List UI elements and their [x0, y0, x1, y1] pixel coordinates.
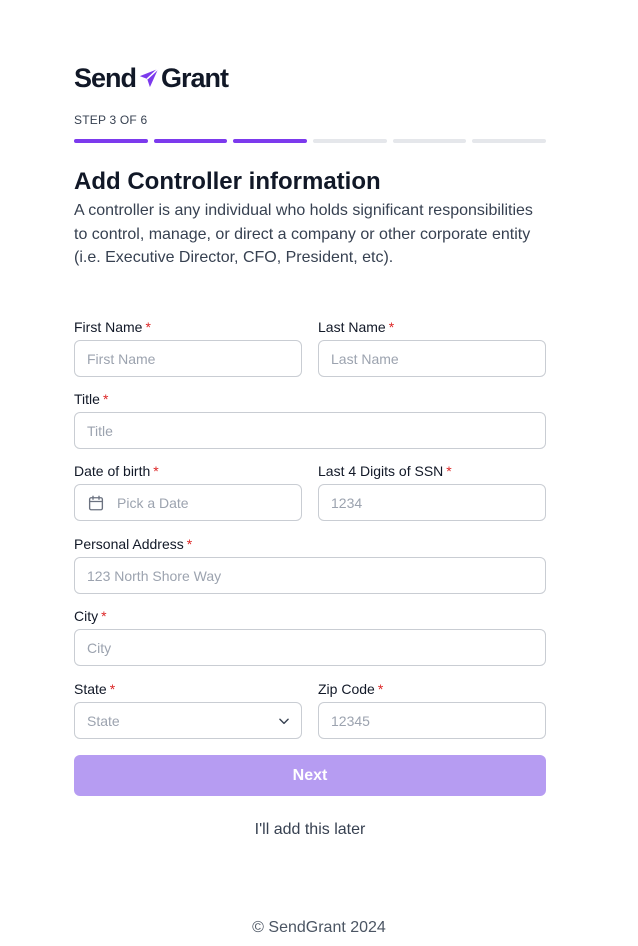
- first-name-placeholder: First Name: [87, 350, 156, 367]
- ssn-group: Last 4 Digits of SSN * 1234: [318, 462, 546, 521]
- chevron-down-icon: [279, 718, 289, 725]
- required-marker: *: [186, 536, 193, 552]
- required-marker: *: [101, 608, 107, 624]
- footer-copyright: © SendGrant 2024: [252, 919, 386, 936]
- last-name-label: Last Name *: [318, 319, 395, 335]
- logo-text-grant: Grant: [161, 62, 229, 93]
- progress-segment-1: [74, 139, 148, 143]
- ssn-placeholder: 1234: [331, 494, 363, 511]
- last-name-group: Last Name * Last Name: [318, 318, 546, 377]
- logo-text-send: Send: [74, 62, 137, 93]
- state-group: State * State: [74, 680, 302, 739]
- ssn-input[interactable]: 1234: [318, 484, 546, 521]
- required-marker: *: [109, 681, 116, 697]
- progress-segment-3: [233, 139, 308, 143]
- zip-input[interactable]: 12345: [318, 702, 546, 739]
- progress-segment-4: [313, 139, 387, 143]
- city-label: City *: [74, 608, 107, 624]
- required-marker: *: [153, 463, 159, 479]
- add-later-link[interactable]: I'll add this later: [74, 821, 546, 839]
- address-placeholder: 123 North Shore Way: [87, 567, 222, 584]
- title-input[interactable]: Title: [74, 412, 546, 449]
- last-name-placeholder: Last Name: [331, 350, 399, 367]
- dob-placeholder: Pick a Date: [117, 494, 189, 511]
- dob-label: Date of birth *: [74, 463, 159, 479]
- required-marker: *: [102, 391, 109, 407]
- title-group: Title * Title: [74, 390, 546, 449]
- zip-label: Zip Code *: [318, 681, 384, 697]
- dob-date-picker[interactable]: Pick a Date: [74, 484, 302, 521]
- zip-group: Zip Code * 12345: [318, 680, 546, 739]
- paper-plane-icon: [139, 68, 159, 88]
- zip-placeholder: 12345: [331, 712, 370, 729]
- city-placeholder: City: [87, 639, 112, 656]
- title-placeholder: Title: [87, 422, 113, 439]
- address-label: Personal Address *: [74, 536, 193, 552]
- page-description: A controller is any individual who holds…: [74, 202, 533, 266]
- title-label: Title *: [74, 391, 109, 407]
- last-name-input[interactable]: Last Name: [318, 340, 546, 377]
- ssn-label: Last 4 Digits of SSN *: [318, 463, 452, 479]
- required-marker: *: [377, 681, 384, 697]
- state-label: State *: [74, 681, 116, 697]
- required-marker: *: [446, 463, 452, 479]
- required-marker: *: [145, 319, 151, 335]
- page-title: Add Controller information: [74, 168, 381, 195]
- first-name-label: First Name *: [74, 319, 151, 335]
- first-name-input[interactable]: First Name: [74, 340, 302, 377]
- required-marker: *: [388, 319, 395, 335]
- address-group: Personal Address * 123 North Shore Way: [74, 535, 546, 594]
- calendar-icon: [88, 495, 104, 510]
- address-input[interactable]: 123 North Shore Way: [74, 557, 546, 594]
- next-button[interactable]: Next: [74, 755, 546, 796]
- step-indicator: STEP 3 OF 6: [74, 113, 148, 127]
- city-group: City * City: [74, 607, 546, 666]
- sendgrant-logo: Send Grant: [74, 60, 229, 96]
- state-select[interactable]: State: [74, 702, 302, 739]
- progress-segment-5: [392, 139, 467, 143]
- city-input[interactable]: City: [74, 629, 546, 666]
- progress-bar: [74, 139, 547, 143]
- progress-segment-6: [472, 139, 547, 143]
- state-placeholder: State: [87, 712, 120, 729]
- progress-segment-2: [153, 139, 228, 143]
- first-name-group: First Name * First Name: [74, 318, 302, 377]
- dob-group: Date of birth * Pick a Date: [74, 462, 302, 521]
